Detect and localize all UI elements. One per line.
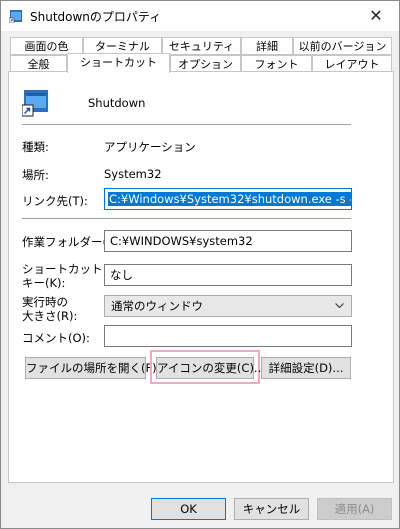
- hotkey-field[interactable]: なし: [104, 264, 352, 286]
- tab-security[interactable]: セキュリティ: [162, 37, 241, 55]
- apply-button[interactable]: 適用(A): [317, 498, 392, 520]
- close-icon: ✕: [369, 6, 383, 25]
- window-title: Shutdownのプロパティ: [30, 10, 162, 24]
- location-label: 場所:: [22, 168, 49, 182]
- shortcut-app-icon: [22, 90, 48, 117]
- tab-details[interactable]: 詳細: [241, 37, 293, 55]
- close-button[interactable]: ✕: [353, 1, 399, 31]
- title-bar[interactable]: Shutdownのプロパティ ✕: [1, 1, 399, 31]
- cancel-button[interactable]: キャンセル: [234, 498, 309, 520]
- shortcut-app-icon: [9, 9, 23, 23]
- type-label: 種類:: [22, 140, 49, 154]
- open-file-location-button[interactable]: ファイルの場所を開く(F): [25, 357, 157, 379]
- change-icon-button[interactable]: アイコンの変更(C)...: [156, 357, 265, 379]
- divider: [22, 218, 351, 219]
- tab-previous-versions[interactable]: 以前のバージョン: [293, 37, 392, 55]
- comment-label: コメント(O):: [22, 331, 90, 345]
- properties-window: Shutdownのプロパティ ✕ 画面の色 ターミナル セキュリティ 詳細 以前…: [0, 0, 400, 529]
- run-label-line1: 実行時の: [22, 295, 68, 309]
- tab-shortcut[interactable]: ショートカット: [67, 53, 170, 73]
- location-value: System32: [104, 167, 162, 181]
- run-size-value: 通常のウィンドウ: [111, 299, 203, 313]
- chevron-down-icon: [335, 303, 344, 309]
- shortcut-name: Shutdown: [88, 96, 146, 110]
- divider: [22, 124, 351, 125]
- target-label: リンク先(T):: [22, 194, 88, 208]
- advanced-button[interactable]: 詳細設定(D)...: [261, 357, 351, 379]
- run-label: 実行時の 大きさ(R):: [22, 295, 77, 323]
- run-label-line2: 大きさ(R):: [22, 309, 78, 323]
- hotkey-label-line2: キー(K):: [22, 276, 66, 290]
- target-field[interactable]: C:¥Windows¥System32¥shutdown.exe -s -f -…: [104, 188, 352, 210]
- ok-button[interactable]: OK: [151, 498, 226, 520]
- shortcut-tab-panel: Shutdown 種類: アプリケーション 場所: System32 リンク先(…: [8, 71, 394, 483]
- type-value: アプリケーション: [104, 140, 196, 154]
- run-size-select[interactable]: 通常のウィンドウ: [104, 295, 352, 317]
- hotkey-label-line1: ショートカット: [22, 262, 103, 276]
- start-in-field[interactable]: C:¥WINDOWS¥system32: [104, 230, 352, 252]
- hotkey-label: ショートカット キー(K):: [22, 262, 103, 290]
- comment-field[interactable]: [104, 325, 352, 347]
- target-value: C:¥Windows¥System32¥shutdown.exe -s -f -…: [108, 192, 351, 206]
